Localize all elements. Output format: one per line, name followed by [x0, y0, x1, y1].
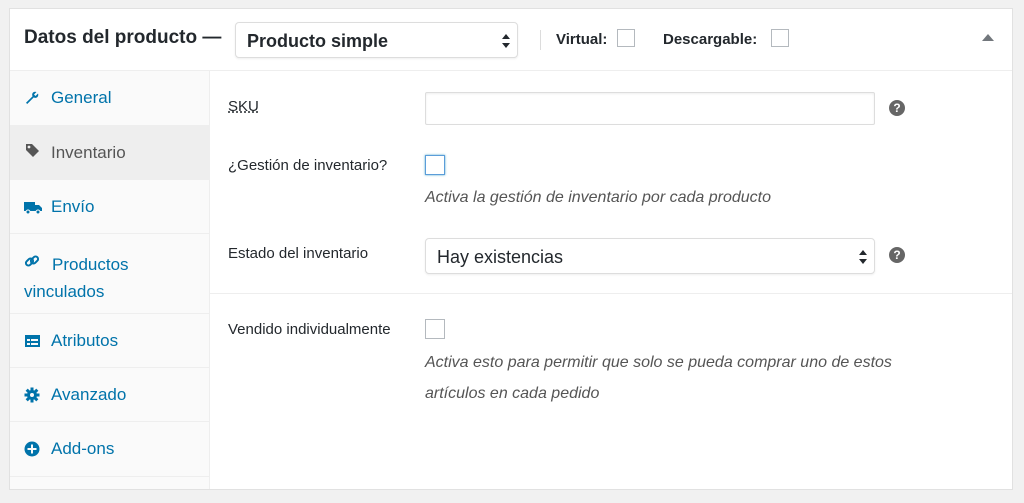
tab-addons[interactable]: Add-ons	[10, 422, 209, 477]
tab-addons-label: Add-ons	[51, 439, 115, 458]
section-divider	[210, 293, 1012, 294]
product-type-select[interactable]: Producto simple	[235, 22, 518, 58]
downloadable-checkbox[interactable]	[771, 29, 789, 47]
sold-individually-description-line1: Activa esto para permitir que solo se pu…	[425, 354, 892, 371]
manage-stock-label: ¿Gestión de inventario?	[228, 157, 388, 174]
sku-input[interactable]	[425, 92, 875, 125]
tab-linked-products-label: Productos vinculados	[24, 255, 129, 301]
stock-status-value: Hay existencias	[437, 247, 564, 267]
sold-individually-description-line2: artículos en cada pedido	[425, 385, 600, 402]
product-type-value: Producto simple	[247, 31, 389, 51]
tab-linked-products[interactable]: Productos vinculados	[10, 234, 209, 314]
panel-title: Datos del producto —	[24, 27, 222, 48]
gear-icon	[24, 387, 40, 403]
header-divider	[540, 30, 541, 50]
manage-stock-description: Activa la gestión de inventario por cada…	[425, 189, 771, 206]
product-data-panel: Datos del producto — Producto simple Vir…	[9, 8, 1013, 490]
sold-individually-checkbox[interactable]	[425, 319, 445, 339]
truck-icon	[24, 202, 42, 215]
product-data-tabs: General Inventario Envío Productos vincu…	[10, 71, 210, 489]
select-arrows-icon	[859, 250, 867, 264]
select-arrows-icon	[502, 34, 510, 48]
tab-inventory[interactable]: Inventario	[10, 126, 209, 180]
table-icon	[25, 335, 40, 347]
panel-header: Datos del producto — Producto simple Vir…	[10, 9, 1012, 71]
tab-general[interactable]: General	[10, 71, 209, 126]
tab-advanced-label: Avanzado	[51, 385, 127, 404]
downloadable-label: Descargable:	[663, 31, 758, 48]
collapse-toggle-icon[interactable]	[982, 34, 994, 41]
stock-status-help-icon[interactable]: ?	[889, 247, 905, 263]
plus-circle-icon	[24, 441, 40, 457]
tab-inventory-label: Inventario	[51, 143, 126, 162]
tab-shipping[interactable]: Envío	[10, 180, 209, 234]
wrench-icon	[26, 91, 39, 104]
stock-status-label: Estado del inventario	[228, 245, 369, 262]
inventory-panel: SKU ? ¿Gestión de inventario? Activa la …	[210, 71, 1012, 489]
manage-stock-checkbox[interactable]	[425, 155, 445, 175]
sku-help-icon[interactable]: ?	[889, 100, 905, 116]
tab-advanced[interactable]: Avanzado	[10, 368, 209, 422]
sold-individually-label: Vendido individualmente	[228, 321, 391, 338]
tag-icon	[26, 144, 39, 157]
tab-attributes[interactable]: Atributos	[10, 314, 209, 368]
tab-general-label: General	[51, 88, 112, 107]
virtual-label: Virtual:	[556, 31, 608, 48]
sku-label: SKU	[228, 98, 259, 115]
stock-status-select[interactable]: Hay existencias	[425, 238, 875, 274]
virtual-checkbox[interactable]	[617, 29, 635, 47]
tab-shipping-label: Envío	[51, 197, 95, 216]
tab-attributes-label: Atributos	[51, 331, 119, 350]
